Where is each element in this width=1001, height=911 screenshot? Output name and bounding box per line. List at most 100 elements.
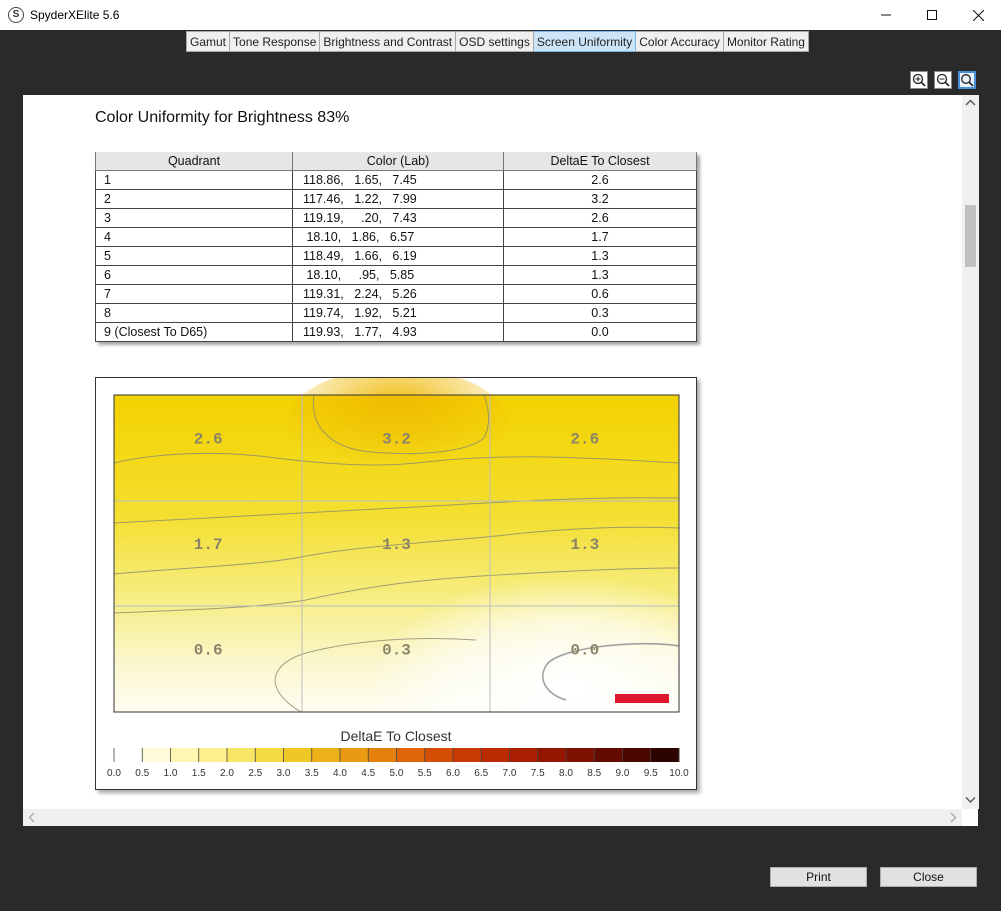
legend-swatch — [283, 748, 313, 762]
table-row: 7 119.31, 2.24, 5.26 0.6 — [95, 284, 697, 304]
legend-swatch — [227, 748, 256, 762]
legend-tick-label: 5.5 — [418, 768, 432, 779]
lab-cell: 119.74, 1.92, 5.21 — [292, 303, 504, 323]
legend-swatch — [481, 748, 510, 762]
maximize-button[interactable] — [909, 0, 955, 30]
legend-tick-label: 0.0 — [107, 768, 121, 779]
scroll-down-icon[interactable] — [962, 794, 979, 806]
legend-tick-label: 1.0 — [164, 768, 178, 779]
zoom-in-icon — [912, 73, 926, 87]
deltae-cell: 2.6 — [503, 208, 697, 228]
quadrant-value-label: 0.3 — [382, 642, 411, 660]
deltae-cell: 1.3 — [503, 246, 697, 266]
column-header-deltae: DeltaE To Closest — [503, 152, 697, 171]
title-bar: S SpyderXElite 5.6 — [0, 0, 1001, 30]
legend-tick-label: 7.0 — [503, 768, 517, 779]
deltae-cell: 0.3 — [503, 303, 697, 323]
quadrant-cell: 5 — [95, 246, 293, 266]
close-window-button[interactable] — [955, 0, 1001, 30]
legend-swatch — [396, 748, 426, 762]
scroll-right-icon[interactable] — [947, 809, 959, 826]
legend-swatch — [142, 748, 171, 762]
lab-cell: 118.49, 1.66, 6.19 — [292, 246, 504, 266]
table-header-row: Quadrant Color (Lab) DeltaE To Closest — [95, 152, 697, 171]
zoom-out-button[interactable] — [934, 71, 952, 89]
lab-cell: 18.10, .95, 5.85 — [292, 265, 504, 285]
legend-swatch — [368, 748, 397, 762]
tab-brightness-contrast[interactable]: Brightness and Contrast — [320, 31, 457, 52]
legend-tick-label: 7.5 — [531, 768, 545, 779]
lab-cell: 119.31, 2.24, 5.26 — [292, 284, 504, 304]
minimize-button[interactable] — [863, 0, 909, 30]
legend-swatch — [566, 748, 595, 762]
scroll-up-icon[interactable] — [962, 97, 979, 109]
table-row: 8 119.74, 1.92, 5.21 0.3 — [95, 303, 697, 323]
column-header-quadrant: Quadrant — [95, 152, 293, 171]
close-button[interactable]: Close — [880, 867, 977, 887]
legend-swatch — [114, 748, 143, 762]
tab-gamut[interactable]: Gamut — [186, 31, 231, 52]
uniformity-heatmap: 2.6 3.2 2.6 1.7 1.3 1.3 0.6 0.3 0.0 DeltaE To Cl… — [107, 368, 689, 779]
quadrant-value-label: 1.3 — [570, 536, 599, 554]
tab-osd-settings[interactable]: OSD settings — [456, 31, 534, 52]
legend-tick-label: 2.5 — [248, 768, 262, 779]
legend-swatch — [537, 748, 567, 762]
legend-tick-label: 3.0 — [277, 768, 291, 779]
legend-swatch — [311, 748, 341, 762]
table-row: 3 119.19, .20, 7.43 2.6 — [95, 208, 697, 228]
uniformity-table: Quadrant Color (Lab) DeltaE To Closest 1… — [95, 152, 697, 342]
tab-screen-uniformity[interactable]: Screen Uniformity — [533, 31, 637, 52]
horizontal-scrollbar[interactable] — [23, 809, 962, 826]
legend-swatch — [594, 748, 623, 762]
minimize-icon — [881, 14, 891, 16]
legend-tick-label: 4.0 — [333, 768, 347, 779]
legend-tick-label: 2.0 — [220, 768, 234, 779]
quadrant-value-label: 2.6 — [194, 430, 223, 448]
legend-tick-label: 8.5 — [587, 768, 601, 779]
legend-swatch — [170, 748, 200, 762]
tab-tone-response[interactable]: Tone Response — [230, 31, 321, 52]
legend-tick-label: 9.5 — [644, 768, 658, 779]
print-button[interactable]: Print — [770, 867, 867, 887]
legend-tick-label: 10.0 — [669, 768, 689, 779]
table-row: 6 18.10, .95, 5.85 1.3 — [95, 265, 697, 285]
zoom-fit-button[interactable] — [958, 71, 976, 89]
legend-tick-label: 6.0 — [446, 768, 460, 779]
legend-tick-label: 9.0 — [616, 768, 630, 779]
legend-swatch — [509, 748, 539, 762]
legend-swatch — [340, 748, 369, 762]
table-row: 5 118.49, 1.66, 6.19 1.3 — [95, 246, 697, 266]
legend-swatch — [198, 748, 228, 762]
tab-monitor-rating[interactable]: Monitor Rating — [723, 31, 809, 52]
maximize-icon — [927, 10, 937, 20]
quadrant-value-label: 1.3 — [382, 536, 411, 554]
legend-swatch — [622, 748, 652, 762]
quadrant-cell: 2 — [95, 189, 293, 209]
deltae-cell: 0.0 — [503, 322, 697, 342]
vertical-scrollbar[interactable] — [962, 95, 979, 809]
quadrant-value-label: 0.6 — [194, 642, 223, 660]
lab-cell: 117.46, 1.22, 7.99 — [292, 189, 504, 209]
lab-cell: 119.19, .20, 7.43 — [292, 208, 504, 228]
table-row: 1 118.86, 1.65, 7.45 2.6 — [95, 170, 697, 190]
scroll-left-icon[interactable] — [26, 809, 38, 826]
legend-tick-label: 3.5 — [305, 768, 319, 779]
tab-color-accuracy[interactable]: Color Accuracy — [636, 31, 724, 52]
legend-tick-label: 0.5 — [135, 768, 149, 779]
legend-swatch — [424, 748, 454, 762]
legend-swatch — [255, 748, 284, 762]
zoom-in-button[interactable] — [910, 71, 928, 89]
column-header-color-lab: Color (Lab) — [292, 152, 504, 171]
table-row: 9 (Closest To D65) 119.93, 1.77, 4.93 0.… — [95, 322, 697, 342]
vertical-scroll-thumb[interactable] — [965, 205, 976, 267]
quadrant-cell: 1 — [95, 170, 293, 190]
quadrant-value-label: 1.7 — [194, 536, 223, 554]
quadrant-cell: 8 — [95, 303, 293, 323]
legend-swatch — [650, 748, 680, 762]
legend-tick-label: 6.5 — [474, 768, 488, 779]
quadrant-cell: 3 — [95, 208, 293, 228]
quadrant-cell: 9 (Closest To D65) — [95, 322, 293, 342]
report-title: Color Uniformity for Brightness 83% — [95, 109, 350, 126]
lab-cell: 118.86, 1.65, 7.45 — [292, 170, 504, 190]
quadrant-value-label: 2.6 — [570, 430, 599, 448]
